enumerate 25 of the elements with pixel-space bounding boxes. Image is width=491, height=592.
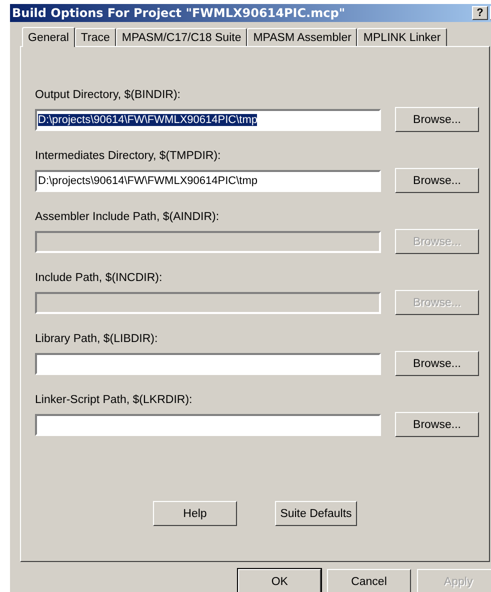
path-field[interactable] [35,352,381,374]
window-title: Build Options For Project "FWMLX90614PIC.mcp" [12,6,346,20]
dialog-button[interactable]: Cancel [327,569,411,592]
browse-button[interactable]: Browse... [395,412,479,437]
tab[interactable]: MPLINK Linker [357,28,447,46]
field-label: Linker-Script Path, $(LKRDIR): [35,394,194,408]
path-field[interactable] [35,414,381,436]
suite-defaults-button[interactable]: Suite Defaults [275,501,357,526]
browse-button[interactable]: Browse... [395,107,479,132]
dialog-button[interactable]: OK [238,569,322,592]
field-label: Output Directory, $(BINDIR): [35,89,182,103]
field-label: Assembler Include Path, $(AINDIR): [35,211,220,225]
field-label: Intermediates Directory, $(TMPDIR): [35,150,222,164]
field-label: Include Path, $(INCDIR): [35,272,164,286]
tab[interactable]: General [22,27,75,47]
field-label: Library Path, $(LIBDIR): [35,333,159,347]
tab[interactable]: Trace [74,28,116,46]
tab[interactable]: MPASM Assembler [247,28,358,46]
tab[interactable]: MPASM/C17/C18 Suite [116,28,248,46]
path-field[interactable]: D:\projects\90614\FW\FWMLX90614PIC\tmp [35,108,381,130]
help-button[interactable]: Help [153,501,237,526]
path-field[interactable]: D:\projects\90614\FW\FWMLX90614PIC\tmp [35,170,381,192]
browse-button[interactable]: Browse... [395,168,479,193]
browse-button[interactable]: Browse... [395,351,479,376]
help-button[interactable]: ? [472,6,488,20]
